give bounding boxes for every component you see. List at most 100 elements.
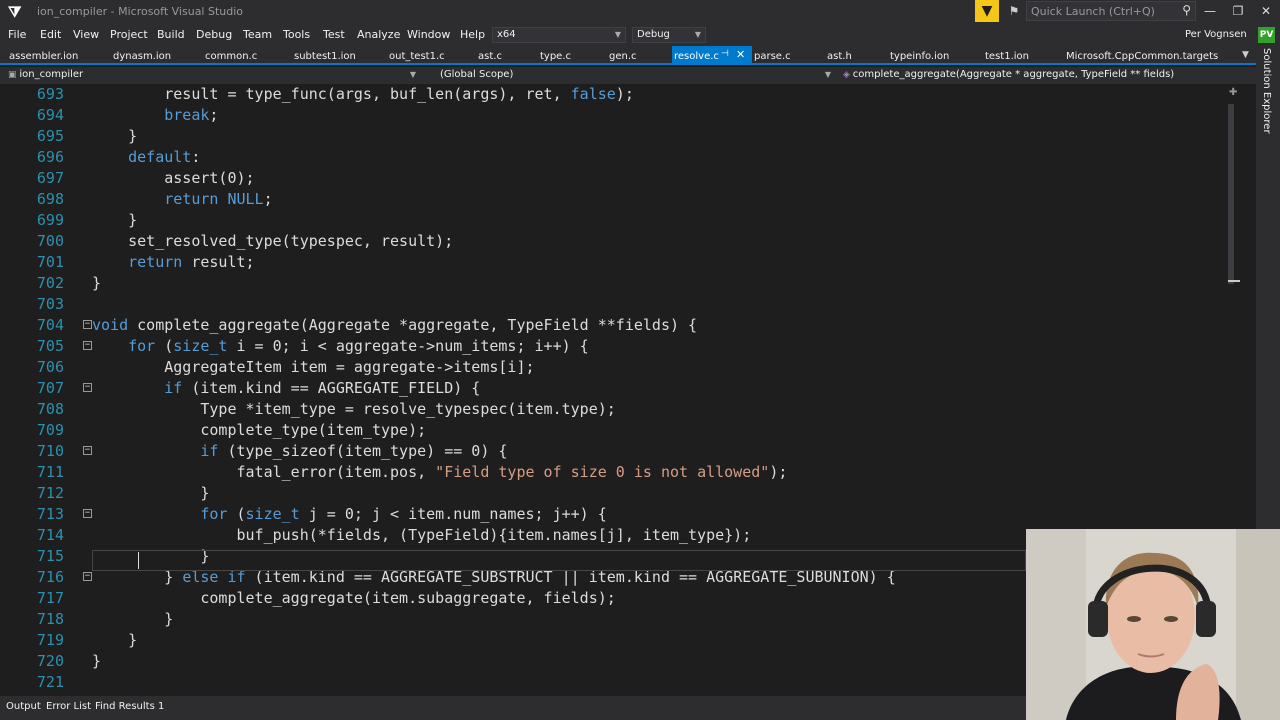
scrollbar-thumb[interactable] [1228, 104, 1234, 284]
tab-find-results[interactable]: Find Results 1 [95, 701, 164, 712]
code-line[interactable]: 694 break; [0, 105, 1226, 126]
code-line[interactable]: 703 [0, 294, 1226, 315]
tab-overflow-chevron-icon[interactable]: ▼ [1242, 50, 1249, 60]
solution-explorer-tab[interactable]: Solution Explorer [1261, 48, 1273, 134]
line-number: 707 [36, 379, 64, 397]
code-line[interactable]: 707 − if (item.kind == AGGREGATE_FIELD) { [0, 378, 1226, 399]
document-tab-bar: assembler.ion dynasm.ion common.c subtes… [0, 46, 1256, 65]
function-dropdown[interactable]: ◈ complete_aggregate(Aggregate * aggrega… [843, 67, 1255, 84]
collapse-icon[interactable]: − [83, 320, 92, 329]
code-text: if (type_sizeof(item_type) == 0) { [200, 442, 508, 460]
code-line[interactable]: 699 } [0, 210, 1226, 231]
menu-file[interactable]: File [8, 28, 26, 41]
code-line[interactable]: 695 } [0, 126, 1226, 147]
project-dropdown[interactable]: ▣ ion_compiler ▼ [8, 67, 420, 84]
collapse-icon[interactable]: − [83, 446, 92, 455]
code-line[interactable]: 698 return NULL; [0, 189, 1226, 210]
line-number: 718 [36, 610, 64, 628]
code-line[interactable]: 700 set_resolved_type(typespec, result); [0, 231, 1226, 252]
search-icon[interactable]: ⚲ [1182, 3, 1191, 17]
code-line[interactable]: 704 − void complete_aggregate(Aggregate *a… [0, 315, 1226, 336]
restore-button[interactable]: ❐ [1224, 2, 1252, 20]
code-text: } [92, 484, 210, 502]
code-text: for (size_t j = 0; j < item.num_names; j… [200, 505, 607, 523]
tab-type-c[interactable]: type.c [540, 51, 571, 62]
tab-test1-ion[interactable]: test1.ion [985, 51, 1029, 62]
navigation-bar: ▣ ion_compiler ▼ (Global Scope) ▼ ◈ comp… [0, 67, 1256, 84]
line-number: 712 [36, 484, 64, 502]
quick-launch-box[interactable]: ⚲ [1026, 1, 1196, 21]
collapse-icon[interactable]: − [83, 509, 92, 518]
code-line[interactable]: 713 − for (size_t j = 0; j < item.num_nam… [0, 504, 1226, 525]
menu-test[interactable]: Test [323, 28, 345, 41]
quick-launch-input[interactable] [1031, 4, 1171, 18]
code-line[interactable]: 701 return result; [0, 252, 1226, 273]
code-text: } [92, 127, 138, 145]
scroll-up-icon[interactable]: ✚ [1229, 87, 1237, 98]
tab-resolve-c[interactable]: resolve.c ⊣ ✕ [672, 46, 752, 65]
code-line[interactable]: 712 } [0, 483, 1226, 504]
window-title: ion_compiler - Microsoft Visual Studio [37, 5, 244, 18]
menu-tools[interactable]: Tools [283, 28, 310, 41]
webcam-person-image [1026, 529, 1280, 720]
tab-common-c[interactable]: common.c [205, 51, 257, 62]
pin-icon[interactable]: ⊣ [721, 49, 729, 59]
minimize-button[interactable]: — [1196, 2, 1224, 20]
code-line[interactable]: 705 − for (size_t i = 0; i < aggregate->n… [0, 336, 1226, 357]
close-icon[interactable]: ✕ [736, 48, 745, 61]
line-number: 703 [36, 295, 64, 313]
menu-analyze[interactable]: Analyze [357, 28, 400, 41]
tab-subtest1-ion[interactable]: subtest1.ion [294, 51, 356, 62]
menu-help[interactable]: Help [460, 28, 485, 41]
menu-window[interactable]: Window [407, 28, 450, 41]
tab-assembler-ion[interactable]: assembler.ion [9, 51, 78, 62]
tab-ast-h[interactable]: ast.h [827, 51, 852, 62]
menu-view[interactable]: View [73, 28, 99, 41]
code-text: } [92, 631, 138, 649]
tab-out-test1-c[interactable]: out_test1.c [389, 51, 445, 62]
tab-typeinfo-ion[interactable]: typeinfo.ion [890, 51, 949, 62]
platform-dropdown[interactable]: x64 ▼ [492, 27, 626, 43]
code-line[interactable]: 710 − if (type_sizeof(item_type) == 0) { [0, 441, 1226, 462]
line-number: 694 [36, 106, 64, 124]
code-line[interactable]: 706 AggregateItem item = aggregate->item… [0, 357, 1226, 378]
code-line[interactable]: 711 fatal_error(item.pos, "Field type of… [0, 462, 1226, 483]
tab-cppcommon-targets[interactable]: Microsoft.CppCommon.targets [1066, 51, 1218, 62]
code-line[interactable]: 702} [0, 273, 1226, 294]
scope-dropdown[interactable]: (Global Scope) ▼ [440, 67, 835, 84]
tab-parse-c[interactable]: parse.c [754, 51, 791, 62]
collapse-icon[interactable]: − [83, 341, 92, 350]
feedback-filter-icon[interactable]: ▼ [975, 0, 999, 22]
code-line[interactable]: 709 complete_type(item_type); [0, 420, 1226, 441]
line-number: 715 [36, 547, 64, 565]
user-name[interactable]: Per Vognsen [1185, 29, 1247, 40]
line-number: 708 [36, 400, 64, 418]
tab-output[interactable]: Output [6, 701, 41, 712]
collapse-icon[interactable]: − [83, 383, 92, 392]
code-text: fatal_error(item.pos, "Field type of siz… [92, 463, 788, 481]
code-line[interactable]: 693 result = type_func(args, buf_len(arg… [0, 84, 1226, 105]
code-text: complete_type(item_type); [92, 421, 427, 439]
avatar[interactable]: PV [1258, 27, 1275, 43]
line-number: 693 [36, 85, 64, 103]
close-window-button[interactable]: ✕ [1252, 2, 1280, 20]
code-line[interactable]: 708 Type *item_type = resolve_typespec(i… [0, 399, 1226, 420]
tab-dynasm-ion[interactable]: dynasm.ion [113, 51, 171, 62]
line-number: 699 [36, 211, 64, 229]
menu-project[interactable]: Project [110, 28, 148, 41]
menu-edit[interactable]: Edit [40, 28, 61, 41]
notifications-icon[interactable]: ⚑ [1006, 3, 1022, 19]
text-caret [138, 552, 139, 569]
code-line[interactable]: 697 assert(0); [0, 168, 1226, 189]
menu-debug[interactable]: Debug [196, 28, 232, 41]
tab-error-list[interactable]: Error List [46, 701, 91, 712]
collapse-icon[interactable]: − [83, 572, 92, 581]
tab-ast-c[interactable]: ast.c [478, 51, 502, 62]
menu-team[interactable]: Team [243, 28, 272, 41]
code-text: assert(0); [92, 169, 255, 187]
code-line[interactable]: 696 default: [0, 147, 1226, 168]
menu-build[interactable]: Build [157, 28, 185, 41]
configuration-dropdown[interactable]: Debug ▼ [632, 27, 706, 43]
tab-gen-c[interactable]: gen.c [609, 51, 637, 62]
line-number: 717 [36, 589, 64, 607]
